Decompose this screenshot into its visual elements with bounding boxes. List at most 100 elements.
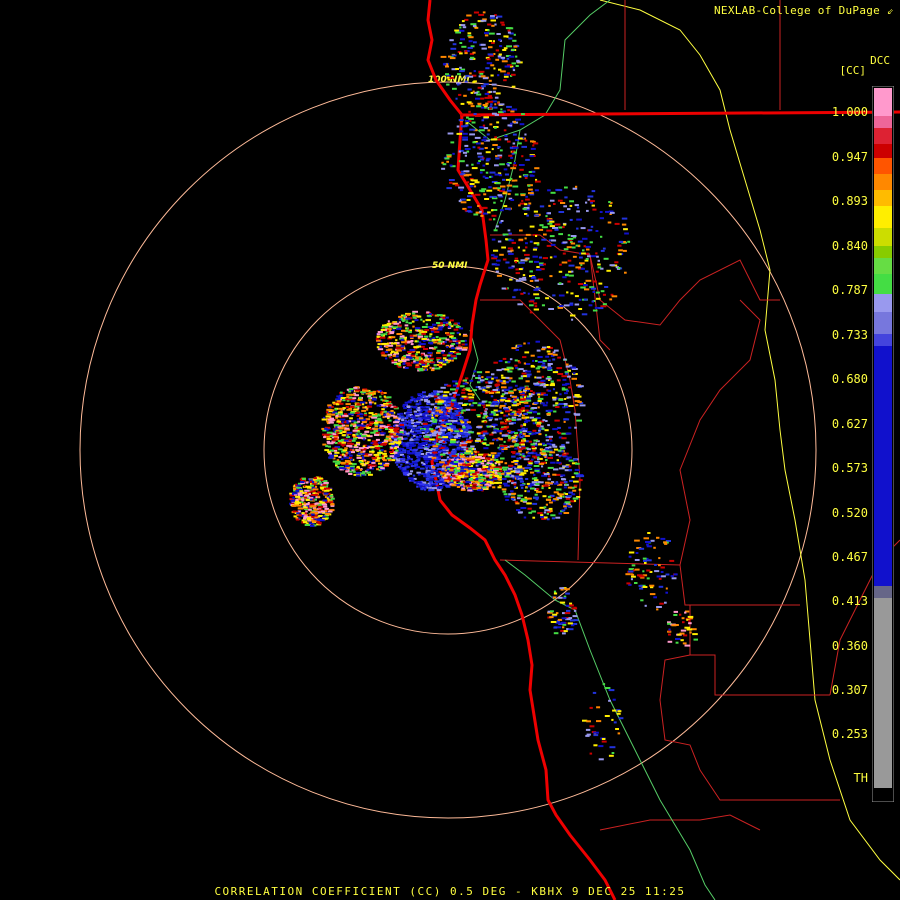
echo-pixel: [413, 434, 416, 437]
echo-pixel: [587, 255, 591, 258]
echo-pixel: [329, 442, 334, 445]
echo-pixel: [511, 498, 515, 501]
echo-pixel: [495, 49, 499, 52]
echo-pixel: [434, 470, 439, 472]
echo-pixel: [576, 206, 580, 209]
echo-pixel: [565, 458, 570, 461]
echo-pixel: [510, 249, 514, 252]
echo-pixel: [416, 459, 421, 462]
echo-pixel: [441, 414, 445, 417]
echo-pixel: [558, 226, 563, 229]
echo-pixel: [530, 365, 536, 368]
echo-pixel: [518, 175, 522, 178]
echo-pixel: [399, 412, 404, 415]
echo-pixel: [631, 564, 636, 567]
echo-pixel: [457, 476, 462, 478]
echo-pixel: [460, 24, 466, 27]
echo-pixel: [533, 308, 539, 311]
echo-pixel: [688, 622, 692, 625]
echo-pixel: [358, 447, 364, 450]
echo-pixel: [404, 419, 407, 422]
echo-pixel: [470, 179, 473, 182]
echo-pixel: [432, 451, 438, 454]
echo-pixel: [464, 144, 469, 147]
echo-pixel: [311, 516, 315, 518]
echo-pixel: [466, 425, 472, 428]
echo-pixel: [482, 11, 486, 14]
echo-pixel: [348, 439, 352, 442]
echo-pixel: [535, 453, 542, 456]
echo-pixel: [680, 629, 687, 632]
echo-pixel: [297, 507, 304, 510]
echo-pixel: [519, 436, 524, 439]
echo-pixel: [568, 264, 575, 267]
echo-pixel: [458, 341, 461, 344]
echo-pixel: [436, 489, 442, 492]
echo-pixel: [405, 362, 411, 365]
echo-pixel: [371, 416, 378, 419]
echo-pixel: [450, 440, 456, 443]
echo-pixel: [314, 514, 317, 517]
echo-pixel: [496, 481, 502, 484]
echo-pixel: [470, 105, 475, 108]
echo-pixel: [372, 443, 378, 446]
echo-pixel: [348, 473, 353, 475]
echo-pixel: [384, 415, 391, 418]
echo-pixel: [352, 429, 358, 432]
echo-pixel: [475, 386, 478, 389]
echo-pixel: [454, 436, 458, 439]
echo-pixel: [546, 346, 551, 348]
echo-pixel: [692, 633, 698, 636]
echo-pixel: [526, 399, 532, 402]
echo-pixel: [332, 447, 338, 450]
echo-pixel: [684, 626, 691, 629]
echo-pixel: [371, 461, 376, 464]
echo-pixel: [459, 327, 464, 330]
echo-pixel: [555, 481, 559, 484]
echo-pixel: [530, 140, 535, 143]
echo-pixel: [571, 377, 577, 380]
echo-pixel: [397, 358, 400, 361]
echo-pixel: [377, 343, 381, 346]
echo-pixel: [515, 279, 522, 282]
echo-pixel: [482, 472, 487, 475]
echo-pixel: [413, 410, 417, 413]
echo-pixel: [507, 467, 513, 470]
echo-pixel: [624, 232, 629, 235]
echo-pixel: [579, 262, 585, 265]
echo-pixel: [452, 474, 456, 477]
echo-pixel: [526, 397, 531, 400]
echo-pixel: [361, 409, 367, 412]
echo-pixel: [382, 452, 387, 455]
echo-pixel: [490, 19, 496, 22]
echo-pixel: [525, 242, 528, 245]
echo-pixel: [381, 408, 385, 411]
echo-pixel: [519, 413, 522, 416]
echo-pixel: [359, 461, 362, 464]
echo-pixel: [427, 472, 430, 475]
echo-pixel: [538, 228, 544, 231]
echo-pixel: [417, 406, 421, 409]
echo-pixel: [436, 425, 441, 428]
echo-pixel: [521, 113, 525, 116]
echo-pixel: [417, 473, 421, 476]
echo-pixel: [508, 266, 514, 269]
echo-pixel: [516, 477, 519, 480]
echo-pixel: [376, 346, 380, 349]
echo-pixel: [466, 101, 472, 104]
echo-pixel: [398, 315, 403, 318]
echo-pixel: [534, 456, 538, 459]
echo-pixel: [470, 460, 475, 463]
echo-pixel: [372, 390, 377, 393]
echo-pixel: [314, 485, 318, 488]
echo-pixel: [425, 462, 428, 464]
echo-pixel: [521, 439, 525, 442]
echo-pixel: [295, 483, 298, 486]
echo-pixel: [576, 210, 580, 213]
echo-pixel: [583, 284, 588, 286]
echo-pixel: [532, 449, 536, 452]
echo-pixel: [553, 410, 557, 413]
echo-pixel: [414, 423, 420, 426]
echo-pixel: [522, 249, 526, 252]
echo-pixel: [435, 407, 438, 409]
